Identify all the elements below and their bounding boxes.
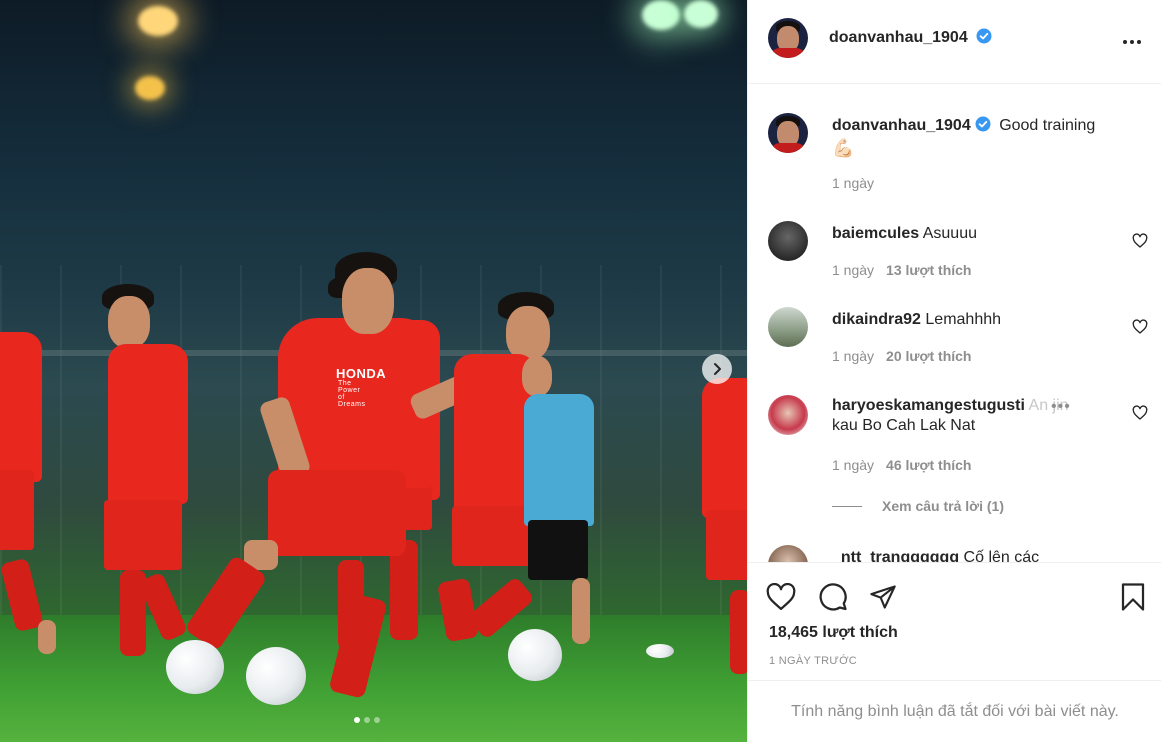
comment-item: haryoeskamangestugusti An jin kau Bo Cah…: [768, 392, 1148, 522]
comment-time[interactable]: 1 ngày: [832, 262, 874, 278]
heart-icon[interactable]: [1132, 405, 1148, 421]
shirt-sponsor: HONDA: [336, 366, 387, 381]
share-icon: [870, 585, 896, 609]
carousel-dot: [354, 717, 360, 723]
share-button[interactable]: [867, 581, 899, 613]
comment-item: dikaindra92 Lemahhhh 1 ngày 20 lượt thích: [768, 306, 1148, 376]
post-date[interactable]: 1 NGÀY TRƯỚC: [769, 655, 857, 667]
caption: doanvanhau_1904 Good training 💪🏻 1 ngày: [768, 112, 1148, 192]
comment-text: Lemahhhh: [925, 311, 1002, 328]
comment-time[interactable]: 1 ngày: [832, 348, 874, 364]
comment-time[interactable]: 1 ngày: [832, 457, 874, 473]
author-username[interactable]: doanvanhau_1904: [829, 29, 968, 46]
commenter-avatar[interactable]: [768, 221, 808, 261]
author-avatar[interactable]: [768, 18, 808, 58]
chevron-right-icon: [714, 363, 721, 375]
carousel-dot: [364, 717, 370, 723]
likes-count[interactable]: 18,465 lượt thích: [769, 624, 898, 642]
commenter-avatar[interactable]: [768, 545, 808, 562]
comment-button[interactable]: [817, 581, 849, 613]
comment-likes[interactable]: 13 lượt thích: [886, 262, 971, 278]
commenter-avatar[interactable]: [768, 395, 808, 435]
post-side-panel: doanvanhau_1904 doanvanhau_1904 Good tra…: [747, 0, 1161, 742]
more-options-button[interactable]: [1120, 30, 1144, 54]
post-actions: 18,465 lượt thích 1 NGÀY TRƯỚC: [748, 562, 1161, 680]
carousel-dot: [374, 717, 380, 723]
caption-text: Good training: [999, 117, 1096, 134]
heart-icon[interactable]: [1132, 319, 1148, 335]
save-button[interactable]: [1117, 581, 1149, 613]
comment-item: baiemcules Asuuuu 1 ngày 13 lượt thích: [768, 220, 1148, 290]
stadium-light: [135, 76, 165, 100]
stadium-light: [138, 6, 178, 36]
comment-item: _ntt_trangggggg Cố lên các: [768, 544, 1148, 562]
soccer-ball: [646, 644, 674, 658]
post-photo[interactable]: HONDA The Power of Dreams: [0, 0, 747, 742]
shirt-tagline: The Power of Dreams: [338, 380, 366, 408]
comment-username[interactable]: _ntt_trangggggg: [832, 549, 959, 562]
verified-badge-icon: [976, 28, 992, 44]
like-button[interactable]: [765, 581, 797, 613]
comment-likes[interactable]: 20 lượt thích: [886, 348, 971, 364]
view-replies-button[interactable]: Xem câu trả lời (1): [832, 498, 1004, 514]
stadium-light: [642, 0, 680, 30]
caption-username[interactable]: doanvanhau_1904: [832, 117, 971, 134]
comment-icon: [819, 583, 847, 611]
verified-badge-icon: [975, 116, 991, 132]
comment-text-line2: kau Bo Cah Lak Nat: [832, 417, 976, 434]
commenter-avatar[interactable]: [768, 307, 808, 347]
more-horizontal-icon: [1123, 40, 1141, 44]
heart-icon: [766, 583, 796, 610]
bookmark-icon: [1121, 583, 1145, 611]
soccer-ball: [246, 647, 306, 705]
comments-list[interactable]: doanvanhau_1904 Good training 💪🏻 1 ngày …: [748, 84, 1161, 562]
comment-text: Cố lên các: [963, 549, 1040, 562]
comment-username[interactable]: dikaindra92: [832, 311, 921, 328]
carousel-next-button[interactable]: [702, 354, 732, 384]
comments-disabled-notice: Tính năng bình luận đã tắt đối với bài v…: [748, 680, 1161, 742]
comment-username[interactable]: baiemcules: [832, 225, 919, 242]
soccer-ball: [508, 629, 562, 681]
soccer-ball: [166, 640, 224, 694]
comment-username[interactable]: haryoeskamangestugusti: [832, 397, 1025, 414]
comment-likes[interactable]: 46 lượt thích: [886, 457, 971, 473]
caption-emoji: 💪🏻: [832, 138, 855, 158]
post-header: doanvanhau_1904: [748, 0, 1161, 84]
comment-text: Asuuuu: [922, 225, 977, 242]
author-avatar[interactable]: [768, 113, 808, 153]
comment-more-icon[interactable]: •••: [1051, 398, 1071, 416]
caption-time[interactable]: 1 ngày: [832, 175, 874, 191]
stadium-light: [684, 0, 718, 28]
heart-icon[interactable]: [1132, 233, 1148, 249]
carousel-indicator: [354, 717, 380, 723]
